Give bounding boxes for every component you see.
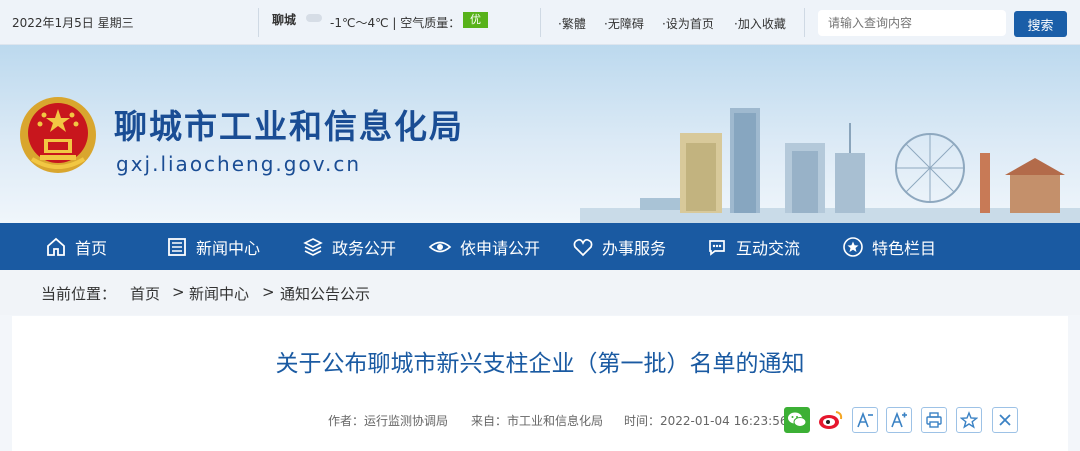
home-icon — [47, 237, 65, 256]
wechat-icon — [788, 412, 807, 427]
site-title: 聊城市工业和信息化局 — [114, 107, 464, 146]
article-container: 关于公布聊城市新兴支柱企业（第一批）名单的通知 作者：运行监测协调局 来自：市工… — [12, 316, 1068, 451]
weibo-share-button[interactable] — [818, 407, 844, 433]
close-icon — [999, 414, 1011, 426]
nav-item-label: 新闻中心 — [196, 238, 261, 258]
search-input[interactable] — [818, 10, 1006, 36]
article-time: 时间：2022-01-04 16:23:56 — [624, 414, 788, 428]
divider — [540, 8, 541, 37]
header-banner: 聊城市工业和信息化局 gxj.liaocheng.gov.cn — [0, 45, 1080, 223]
nav-item-services[interactable]: 办事服务 — [572, 223, 666, 270]
breadcrumb: 当前位置： 首页 > 新闻中心 > 通知公告公示 — [0, 270, 1080, 315]
eye-icon — [428, 241, 452, 252]
favorite-button[interactable] — [956, 407, 982, 433]
nav-item-label: 互动交流 — [736, 238, 801, 258]
close-button[interactable] — [992, 407, 1018, 433]
link-add-favorite[interactable]: ·加入收藏 — [734, 15, 786, 32]
breadcrumb-link-news[interactable]: 新闻中心 — [189, 283, 249, 304]
breadcrumb-label: 当前位置： — [41, 285, 117, 303]
weather-city: 聊城 — [272, 13, 297, 27]
divider — [258, 8, 259, 37]
city-skyline-illustration — [580, 108, 1080, 223]
article-title: 关于公布聊城市新兴支柱企业（第一批）名单的通知 — [275, 351, 805, 377]
site-domain: gxj.liaocheng.gov.cn — [116, 152, 361, 176]
link-accessibility[interactable]: ·无障碍 — [604, 15, 644, 32]
favorite-icon — [960, 411, 978, 429]
link-set-homepage[interactable]: ·设为首页 — [662, 15, 714, 32]
star-icon — [843, 236, 863, 257]
weather-info: -1℃～4℃ | 空气质量： — [330, 16, 461, 30]
weibo-icon — [819, 411, 843, 429]
chat-icon — [709, 239, 725, 256]
nav-item-label: 首页 — [75, 238, 108, 258]
link-traditional[interactable]: ·繁體 — [558, 15, 586, 32]
nav-item-interaction[interactable]: 互动交流 — [706, 223, 800, 270]
nav-item-label: 特色栏目 — [872, 238, 937, 258]
breadcrumb-link-notices[interactable]: 通知公告公示 — [280, 283, 370, 304]
heart-icon — [573, 238, 593, 256]
font-decrease-button[interactable] — [852, 407, 878, 433]
main-nav: 首页 新闻中心 政务公开 依申请公开 办事服务 互动交流 特色栏目 — [0, 223, 1080, 270]
breadcrumb-separator: > — [172, 283, 185, 301]
nav-item-label: 办事服务 — [602, 238, 667, 258]
search-button[interactable]: 搜索 — [1014, 11, 1067, 37]
font-decrease-icon — [857, 411, 873, 428]
top-bar: 2022年1月5日 星期三 聊城 -1℃～4℃ | 空气质量： 优 ·繁體 ·无… — [0, 0, 1080, 45]
nav-item-gov-affairs[interactable]: 政务公开 — [302, 223, 396, 270]
nav-item-label: 政务公开 — [332, 238, 397, 258]
breadcrumb-separator: > — [262, 283, 275, 301]
date-text: 2022年1月5日 星期三 — [12, 16, 134, 30]
nav-item-label: 依申请公开 — [460, 238, 541, 258]
article-author: 作者：运行监测协调局 — [328, 414, 449, 428]
air-quality-badge: 优 — [463, 12, 488, 28]
newspaper-icon — [168, 237, 186, 256]
wechat-share-button[interactable] — [784, 407, 810, 433]
breadcrumb-link-home[interactable]: 首页 — [130, 283, 160, 304]
article-source: 来自：市工业和信息化局 — [471, 414, 604, 428]
layers-icon — [303, 237, 323, 256]
divider — [804, 8, 805, 37]
nav-item-apply-disclosure[interactable]: 依申请公开 — [428, 223, 540, 270]
font-increase-icon — [891, 411, 907, 428]
nav-item-featured[interactable]: 特色栏目 — [842, 223, 936, 270]
cloud-icon — [306, 14, 322, 22]
print-button[interactable] — [921, 407, 947, 433]
font-increase-button[interactable] — [886, 407, 912, 433]
nav-item-news[interactable]: 新闻中心 — [166, 223, 260, 270]
nav-item-home[interactable]: 首页 — [45, 223, 107, 270]
national-emblem-icon — [20, 97, 96, 173]
print-icon — [926, 412, 942, 428]
